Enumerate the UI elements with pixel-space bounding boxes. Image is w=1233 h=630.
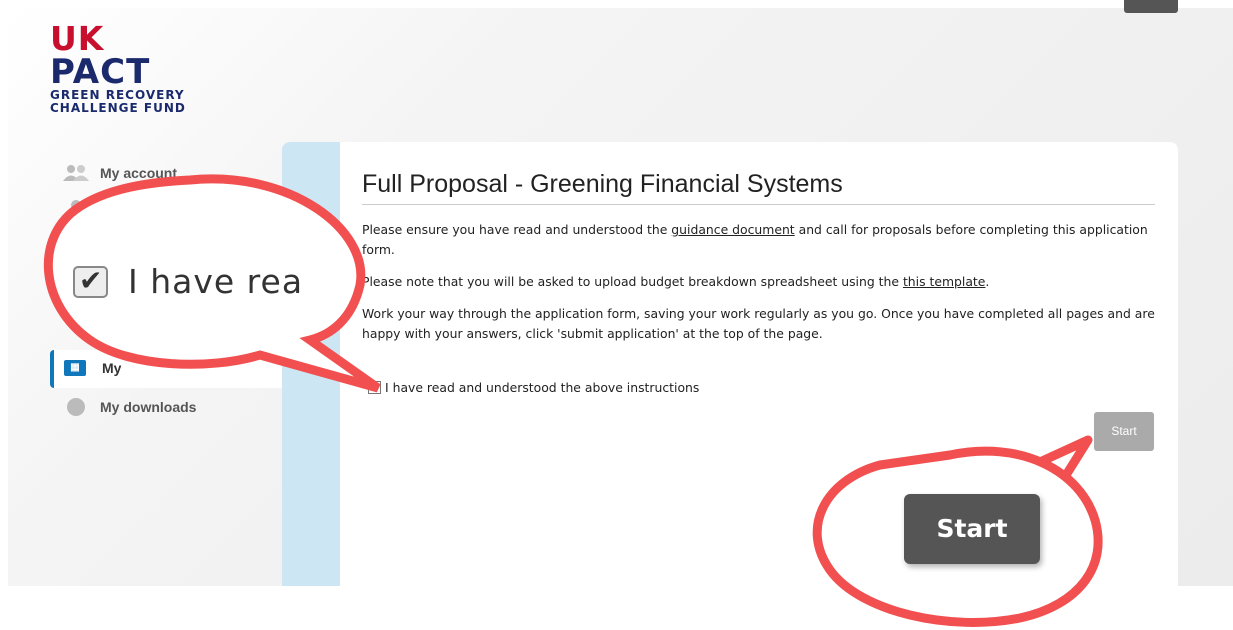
logo-subtitle-2: CHALLENGE FUND bbox=[50, 101, 186, 115]
page-title: Full Proposal - Greening Financial Syste… bbox=[362, 170, 843, 198]
sidebar-item-my-downloads[interactable]: My downloads bbox=[62, 398, 196, 416]
sidebar-item-my-account[interactable]: My account bbox=[62, 164, 177, 182]
acknowledge-label: I have read and understood the above ins… bbox=[385, 380, 700, 395]
zoomed-checkbox-label: I have rea bbox=[128, 262, 304, 301]
acknowledge-checkbox[interactable] bbox=[368, 381, 381, 394]
applications-icon: ▦ bbox=[64, 360, 86, 376]
sidebar-item-my-applications[interactable]: ▦ My bbox=[50, 350, 285, 388]
zoomed-start-button: Start bbox=[904, 494, 1040, 564]
para1-text: Please ensure you have read and understo… bbox=[362, 222, 672, 237]
main-panel: Full Proposal - Greening Financial Syste… bbox=[340, 142, 1178, 586]
template-link[interactable]: this template bbox=[903, 274, 985, 289]
instruction-paragraph-2: Please note that you will be asked to up… bbox=[362, 272, 1162, 292]
instruction-paragraph-3: Work your way through the application fo… bbox=[362, 306, 1155, 341]
sidebar-item-label: My account bbox=[100, 165, 178, 181]
title-divider bbox=[362, 204, 1155, 205]
download-icon bbox=[62, 398, 90, 416]
check-icon: ✔ bbox=[79, 265, 103, 296]
logo-uk: UK bbox=[50, 19, 105, 58]
para2-text: Please note that you will be asked to up… bbox=[362, 274, 903, 289]
content-accent-strip bbox=[282, 142, 340, 586]
users-icon bbox=[62, 164, 90, 182]
uk-pact-logo: UK PACT GREEN RECOVERY CHALLENGE FUND bbox=[50, 22, 186, 115]
start-button[interactable]: Start bbox=[1094, 412, 1154, 451]
para2-text-end: . bbox=[985, 274, 990, 289]
top-tab[interactable] bbox=[1124, 0, 1178, 13]
sidebar-item-profile[interactable] bbox=[62, 200, 100, 219]
instruction-paragraph-1: Please ensure you have read and understo… bbox=[362, 220, 1162, 260]
sidebar-item-label: My downloads bbox=[100, 399, 197, 415]
logo-pact: PACT bbox=[50, 52, 151, 92]
sidebar-item-label: My bbox=[102, 360, 122, 376]
guidance-document-link[interactable]: guidance document bbox=[671, 222, 794, 237]
user-icon bbox=[62, 200, 90, 219]
acknowledge-row: I have read and understood the above ins… bbox=[368, 380, 699, 395]
zoomed-checkbox: ✔ bbox=[73, 265, 108, 298]
